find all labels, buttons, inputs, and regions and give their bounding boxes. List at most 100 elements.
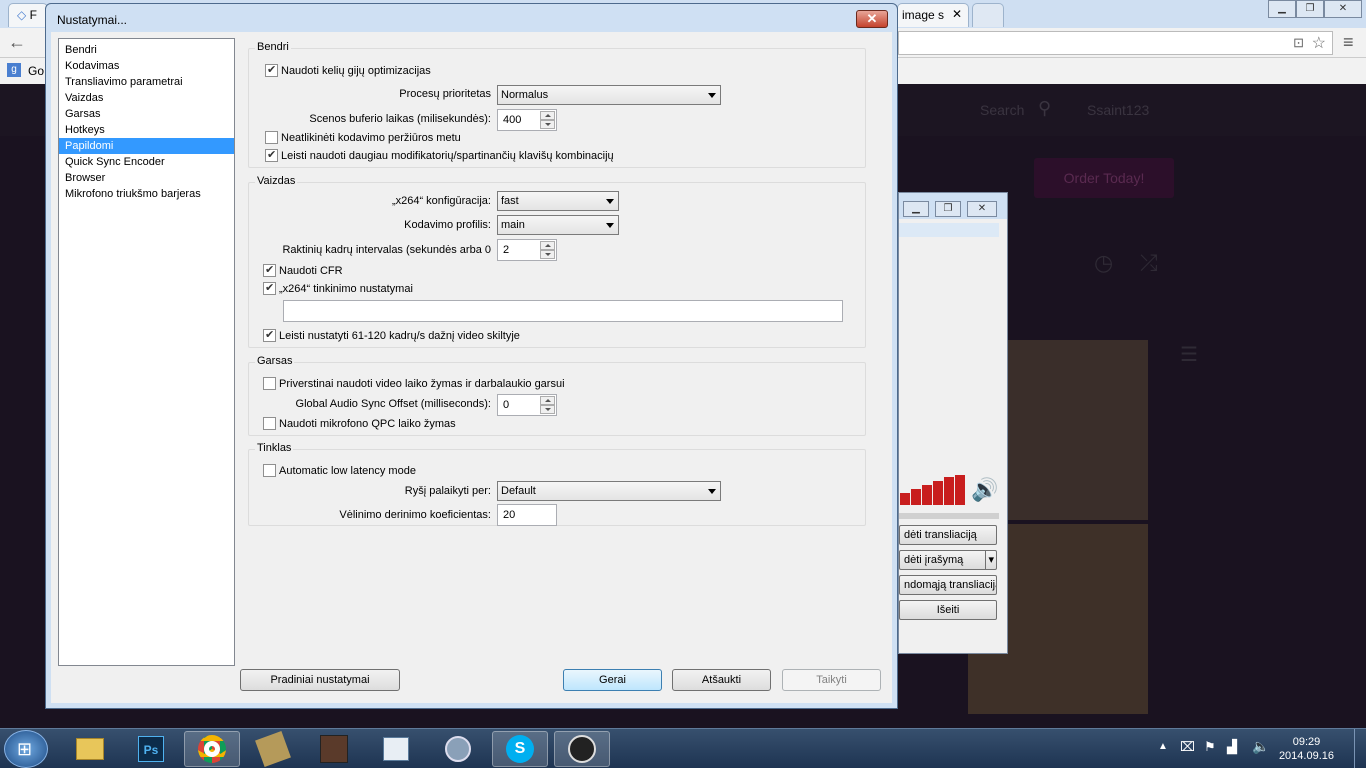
history-icon[interactable]: ◷: [1094, 250, 1113, 276]
multithread-checkbox[interactable]: [265, 63, 278, 77]
close-icon[interactable]: ✕: [856, 10, 888, 28]
photoshop-icon[interactable]: Ps: [123, 731, 179, 767]
back-arrow-icon[interactable]: ←: [8, 32, 26, 53]
list-icon[interactable]: ☰: [1180, 342, 1198, 367]
close-tab-icon[interactable]: ✕: [952, 7, 962, 21]
new-tab-button[interactable]: [972, 3, 1004, 27]
bind-select[interactable]: Default: [497, 481, 721, 501]
x264-custom-input[interactable]: [283, 300, 843, 322]
x264-custom-checkbox[interactable]: [263, 281, 276, 295]
dialog-title: Nustatymai...: [57, 13, 128, 27]
x264-preset-select[interactable]: fast: [497, 191, 619, 211]
minimize-icon[interactable]: ▁: [1268, 0, 1296, 18]
cancel-button[interactable]: Atšaukti: [672, 669, 771, 691]
flag-icon[interactable]: ⚑: [1204, 739, 1216, 755]
show-desktop-button[interactable]: [1354, 729, 1366, 768]
audio-sync-spinner[interactable]: 0: [497, 394, 557, 416]
sidebar-item-transliavimo-parametrai[interactable]: Transliavimo parametrai: [59, 74, 234, 90]
force-timestamp-checkbox[interactable]: [263, 377, 276, 390]
close-window-icon[interactable]: ✕: [1324, 0, 1362, 18]
bookmark-label[interactable]: Go: [28, 64, 44, 78]
spin-up-icon[interactable]: [540, 396, 555, 405]
volume-slider[interactable]: [899, 513, 999, 519]
test-stream-button[interactable]: ndomąją transliaciją: [899, 575, 997, 595]
apply-button[interactable]: Taikyti: [782, 669, 881, 691]
buffer-label: Scenos buferio laikas (milisekundės):: [309, 113, 491, 125]
sidebar-item-mikrofono-triuksmo-barjeras[interactable]: Mikrofono triukšmo barjeras: [59, 186, 234, 202]
teamspeak-icon[interactable]: [430, 731, 486, 767]
defaults-button[interactable]: Pradiniai nustatymai: [240, 669, 400, 691]
skype-icon[interactable]: S: [492, 731, 548, 767]
explorer-icon[interactable]: [62, 731, 118, 767]
close-icon[interactable]: ✕: [967, 201, 997, 217]
network-icon[interactable]: ▟: [1227, 739, 1237, 755]
sidebar-item-quick-sync-encoder[interactable]: Quick Sync Encoder: [59, 154, 234, 170]
menu-icon[interactable]: ≡: [1343, 32, 1354, 53]
profile-select[interactable]: main: [497, 215, 619, 235]
sidebar-item-garsas[interactable]: Garsas: [59, 106, 234, 122]
volume-icon[interactable]: 🔈: [1252, 738, 1269, 755]
dropdown-arrow-icon[interactable]: ▾: [985, 551, 994, 569]
obs-icon[interactable]: [554, 731, 610, 767]
game-icon[interactable]: [245, 731, 301, 767]
bind-value: Default: [501, 485, 536, 497]
spin-up-icon[interactable]: [540, 111, 555, 120]
group-title: Vaizdas: [255, 175, 298, 187]
sidebar-item-papildomi[interactable]: Papildomi: [59, 138, 234, 154]
profile-value: main: [501, 219, 525, 231]
search-icon[interactable]: ⚲: [1038, 98, 1051, 119]
fps-checkbox[interactable]: [263, 328, 276, 342]
qpc-checkbox[interactable]: [263, 417, 276, 430]
modifier-checkbox[interactable]: [265, 148, 278, 162]
taskbar: ⊞ Ps S ▲ ⌧ ⚑ ▟ 🔈 09:29 2014.09.16: [0, 728, 1366, 768]
group-general: Bendri Naudoti kelių gijų optimizacijas …: [248, 41, 866, 168]
meter-bar: [922, 485, 932, 505]
chrome-icon[interactable]: [184, 731, 240, 767]
shuffle-icon[interactable]: ⤮: [1140, 250, 1158, 276]
minimize-icon[interactable]: ▁: [903, 201, 929, 217]
group-video: Vaizdas „x264“ konfigūracija: fast Kodav…: [248, 175, 866, 348]
site-search[interactable]: Search: [980, 102, 1024, 118]
spin-down-icon[interactable]: [540, 120, 555, 129]
browser-tab-2[interactable]: image s ✕: [897, 3, 969, 27]
spin-up-icon[interactable]: [540, 241, 555, 250]
start-stream-button[interactable]: dėti transliaciją: [899, 525, 997, 545]
sidebar-item-hotkeys[interactable]: Hotkeys: [59, 122, 234, 138]
cfr-checkbox[interactable]: [263, 263, 276, 277]
buffer-spinner[interactable]: 400: [497, 109, 557, 131]
start-record-button[interactable]: dėti įrašymą ▾: [899, 550, 997, 570]
tab-icon: ◇: [17, 8, 27, 22]
exit-button[interactable]: Išeiti: [899, 600, 997, 620]
priority-select[interactable]: Normalus: [497, 85, 721, 105]
meter-bar: [911, 489, 921, 505]
spin-down-icon[interactable]: [540, 405, 555, 414]
translate-icon[interactable]: ⊡: [1293, 35, 1304, 51]
restore-icon[interactable]: ❐: [935, 201, 961, 217]
latency-factor-input[interactable]: 20: [497, 504, 557, 526]
device-icon[interactable]: ⌧: [1180, 739, 1195, 755]
ok-button[interactable]: Gerai: [563, 669, 662, 691]
no-preview-checkbox[interactable]: [265, 131, 278, 144]
restore-icon[interactable]: ❐: [1296, 0, 1324, 18]
address-bar[interactable]: ⊡ ☆: [898, 31, 1333, 55]
gta-icon[interactable]: [306, 731, 362, 767]
low-latency-checkbox[interactable]: [263, 464, 276, 477]
spin-down-icon[interactable]: [540, 250, 555, 259]
tray-expand-icon[interactable]: ▲: [1158, 741, 1168, 752]
qpc-label: Naudoti mikrofono QPC laiko žymas: [279, 418, 456, 430]
sidebar-item-browser[interactable]: Browser: [59, 170, 234, 186]
order-button[interactable]: Order Today!: [1034, 158, 1174, 198]
document-icon[interactable]: [368, 731, 424, 767]
speaker-icon[interactable]: 🔊: [971, 477, 998, 503]
sidebar-item-kodavimas[interactable]: Kodavimas: [59, 58, 234, 74]
start-button[interactable]: ⊞: [4, 730, 48, 768]
star-icon[interactable]: ☆: [1312, 33, 1326, 53]
keyframe-spinner[interactable]: 2: [497, 239, 557, 261]
video-thumbnail[interactable]: [1006, 340, 1148, 520]
browser-tab-1[interactable]: ◇ F: [8, 3, 48, 27]
chevron-down-icon: [708, 489, 716, 494]
sidebar-item-vaizdas[interactable]: Vaizdas: [59, 90, 234, 106]
sidebar-item-bendri[interactable]: Bendri: [59, 42, 234, 58]
clock[interactable]: 09:29 2014.09.16: [1279, 735, 1334, 763]
site-user[interactable]: Ssaint123: [1087, 102, 1149, 118]
